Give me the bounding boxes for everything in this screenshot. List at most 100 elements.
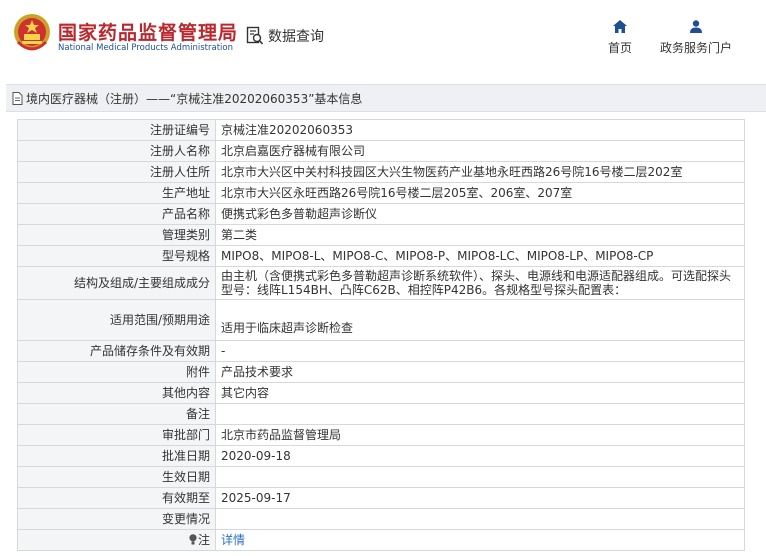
field-label-text: 变更情况	[161, 512, 210, 526]
field-label: 注	[17, 529, 216, 551]
field-value: 北京启嘉医疗器械有限公司	[215, 140, 745, 162]
field-label: 其他内容	[17, 382, 216, 404]
field-label-text: 审批部门	[161, 428, 210, 442]
field-value-text: 由主机（含便携式彩色多普勒超声诊断系统软件）、探头、电源线和电源适配器组成。可选…	[221, 269, 732, 297]
brand-subtitle: National Medical Products Administration	[58, 43, 233, 53]
table-row: 有效期至 2025-09-17	[17, 487, 745, 509]
table-row: 注册人名称 北京启嘉医疗器械有限公司	[17, 140, 745, 162]
field-value-text: -	[221, 344, 226, 358]
details-link[interactable]: 详情	[221, 533, 245, 547]
field-label: 注册人住所	[17, 161, 216, 183]
field-value: 第二类	[215, 224, 745, 246]
table-row: 结构及组成/主要组成成分 由主机（含便携式彩色多普勒超声诊断系统软件）、探头、电源…	[17, 266, 745, 300]
site-header: 国家药品监督管理局 National Medical Products Admi…	[0, 0, 766, 68]
data-query-label: 数据查询	[268, 29, 324, 45]
field-value-text: 北京启嘉医疗器械有限公司	[221, 144, 366, 158]
field-value: MIPO8、MIPO8-L、MIPO8-C、MIPO8-P、MIPO8-LC、M…	[215, 245, 745, 267]
table-row: 变更情况	[17, 508, 745, 530]
field-label: 生效日期	[17, 466, 216, 488]
field-value: 2020-09-18	[215, 445, 745, 467]
field-label: 生产地址	[17, 182, 216, 204]
field-label-text: 注	[197, 533, 210, 547]
field-label-text: 产品储存条件及有效期	[89, 344, 210, 358]
field-label-text: 其他内容	[161, 386, 210, 400]
field-label: 变更情况	[17, 508, 216, 530]
table-row: 审批部门 北京市药品监督管理局	[17, 424, 745, 446]
field-value: 便携式彩色多普勒超声诊断仪	[215, 203, 745, 225]
table-row: 附件 产品技术要求	[17, 361, 745, 383]
nav-home[interactable]: 首页	[606, 20, 634, 56]
field-label-text: 型号规格	[161, 249, 210, 263]
table-row: 注详情	[17, 529, 745, 551]
field-label-text: 产品名称	[161, 207, 210, 221]
field-label: 产品储存条件及有效期	[17, 340, 216, 362]
field-value: -	[215, 340, 745, 362]
table-row: 其他内容 其它内容	[17, 382, 745, 404]
field-label: 适用范围/预期用途	[17, 299, 216, 341]
field-value	[215, 508, 745, 530]
table-row: 批准日期 2020-09-18	[17, 445, 745, 467]
field-label: 注册证编号	[17, 119, 216, 141]
field-label: 审批部门	[17, 424, 216, 446]
field-value-text: 第二类	[221, 228, 258, 242]
field-label-text: 注册证编号	[149, 123, 210, 137]
nav-service-portal[interactable]: 政务服务门户	[658, 20, 734, 56]
field-value-text: 便携式彩色多普勒超声诊断仪	[221, 207, 378, 221]
field-value-text: 产品技术要求	[221, 365, 294, 379]
field-value-text: 其它内容	[221, 386, 270, 400]
user-icon	[690, 20, 702, 33]
field-label-text: 管理类别	[161, 228, 210, 242]
field-value: 北京市药品监督管理局	[215, 424, 745, 446]
field-label-text: 结构及组成/主要组成成分	[73, 276, 210, 290]
table-row: 备注	[17, 403, 745, 425]
field-value-text: 京械注准20202060353	[221, 123, 353, 137]
field-label: 管理类别	[17, 224, 216, 246]
field-label-text: 备注	[185, 407, 210, 421]
document-icon	[12, 91, 23, 105]
field-value: 北京市大兴区中关村科技园区大兴生物医药产业基地永旺西路26号院16号楼二层202…	[215, 161, 745, 183]
field-label: 注册人名称	[17, 140, 216, 162]
field-value-text: 北京市药品监督管理局	[221, 428, 342, 442]
brand-title: 国家药品监督管理局	[58, 22, 239, 44]
field-value	[215, 466, 745, 488]
field-value-text: 适用于临床超声诊断检查	[221, 321, 354, 335]
table-row: 注册人住所 北京市大兴区中关村科技园区大兴生物医药产业基地永旺西路26号院16号楼…	[17, 161, 745, 183]
lightbulb-icon	[189, 534, 197, 545]
field-value: 产品技术要求	[215, 361, 745, 383]
nav-portal-label: 政务服务门户	[659, 41, 732, 55]
registration-info-table: 注册证编号 京械注准20202060353 注册人名称 北京启嘉医疗器械有限公司 注册人…	[17, 119, 745, 551]
field-label-text: 注册人名称	[149, 144, 210, 158]
field-value-text: 北京市大兴区永旺西路26号院16号楼二层205室、206室、207室	[221, 186, 573, 200]
field-value: 京械注准20202060353	[215, 119, 745, 141]
table-row: 生效日期	[17, 466, 745, 488]
search-document-icon	[246, 26, 264, 45]
field-label: 备注	[17, 403, 216, 425]
field-value-text: 2020-09-18	[221, 449, 291, 463]
field-label-text: 注册人住所	[149, 165, 210, 179]
data-query-link[interactable]: 数据查询	[246, 25, 324, 47]
table-row: 生产地址 北京市大兴区永旺西路26号院16号楼二层205室、206室、207室	[17, 182, 745, 204]
field-value: 其它内容	[215, 382, 745, 404]
field-label-text: 生效日期	[161, 470, 210, 484]
table-row: 注册证编号 京械注准20202060353	[17, 119, 745, 141]
field-label: 批准日期	[17, 445, 216, 467]
field-value-text: 2025-09-17	[221, 491, 291, 505]
field-label: 有效期至	[17, 487, 216, 509]
field-value-text: 北京市大兴区中关村科技园区大兴生物医药产业基地永旺西路26号院16号楼二层202…	[221, 165, 683, 179]
field-label-text: 适用范围/预期用途	[109, 313, 210, 327]
field-value: 由主机（含便携式彩色多普勒超声诊断系统软件）、探头、电源线和电源适配器组成。可选…	[215, 266, 745, 300]
field-value: 详情	[215, 529, 745, 551]
field-label-text: 生产地址	[161, 186, 210, 200]
field-value: 2025-09-17	[215, 487, 745, 509]
field-value-text: MIPO8、MIPO8-L、MIPO8-C、MIPO8-P、MIPO8-LC、M…	[221, 249, 654, 263]
field-value	[215, 403, 745, 425]
field-label: 型号规格	[17, 245, 216, 267]
breadcrumb: 境内医疗器械（注册）——“京械注准20202060353”基本信息	[6, 84, 766, 112]
table-row: 产品储存条件及有效期 -	[17, 340, 745, 362]
table-row: 管理类别 第二类	[17, 224, 745, 246]
national-emblem-icon	[14, 14, 50, 51]
field-value: 北京市大兴区永旺西路26号院16号楼二层205室、206室、207室	[215, 182, 745, 204]
field-label: 产品名称	[17, 203, 216, 225]
field-label-text: 附件	[185, 365, 210, 379]
field-label: 附件	[17, 361, 216, 383]
